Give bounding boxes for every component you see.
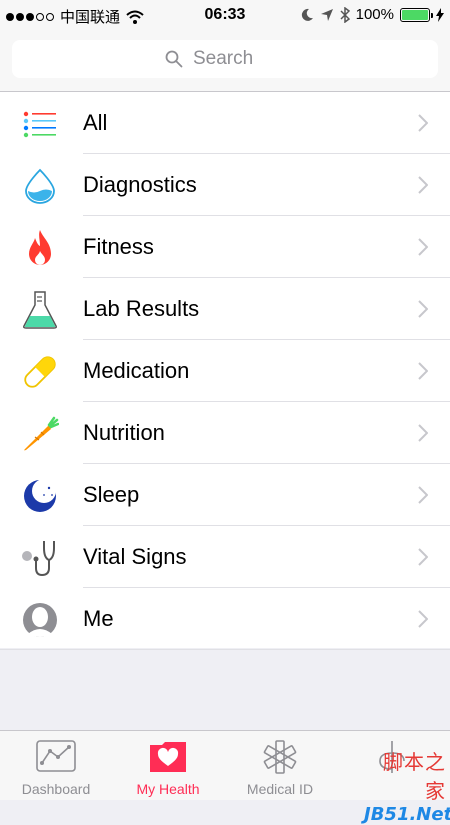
chevron-right-icon	[418, 548, 428, 566]
list-item-all[interactable]: All	[0, 92, 450, 154]
list-item-sleep[interactable]: Sleep	[0, 464, 450, 526]
location-arrow-icon	[320, 8, 333, 21]
tab-dashboard[interactable]: Dashboard	[0, 731, 112, 801]
list-item-label: Lab Results	[83, 296, 200, 321]
status-bar: 中国联通 06:33 100%	[0, 0, 450, 30]
search-icon	[165, 50, 183, 68]
flask-icon	[20, 291, 60, 329]
list-item-label: All	[83, 110, 108, 135]
moon-icon	[20, 477, 60, 515]
person-icon	[20, 601, 60, 639]
watermark-line1: 脚本之家	[383, 750, 446, 803]
watermark: 脚本之家 JB51.Net	[364, 746, 450, 825]
list-item-nutrition[interactable]: Nutrition	[0, 402, 450, 464]
pill-icon	[20, 353, 60, 391]
list-item-label: Vital Signs	[83, 544, 187, 569]
list-item-vital-signs[interactable]: Vital Signs	[0, 526, 450, 588]
chevron-right-icon	[418, 114, 428, 132]
list-item-label: Diagnostics	[83, 172, 197, 197]
row-separator	[0, 649, 450, 650]
water-drop-icon	[20, 167, 60, 205]
search-box[interactable]	[12, 40, 438, 78]
list-item-me[interactable]: Me	[0, 588, 450, 650]
list-item-label: Medication	[83, 358, 190, 383]
list-item-label: Sleep	[83, 482, 140, 507]
battery-percentage: 100%	[355, 6, 394, 23]
list-item-medication[interactable]: Medication	[0, 340, 450, 402]
moon-do-not-disturb-icon	[301, 8, 313, 21]
flame-icon	[20, 229, 60, 267]
list-item-label: Nutrition	[83, 420, 165, 445]
search-bar-area	[0, 30, 450, 92]
dashboard-icon	[36, 740, 76, 772]
list-item-label: Me	[83, 606, 114, 631]
chevron-right-icon	[418, 176, 428, 194]
stethoscope-icon	[20, 539, 60, 577]
chevron-right-icon	[418, 300, 428, 318]
tab-label: Dashboard	[21, 781, 91, 797]
battery-fill	[402, 9, 428, 20]
tab-medical-id[interactable]: Medical ID	[224, 731, 336, 801]
list-icon	[20, 105, 60, 143]
health-category-list: All Diagnostics Fitness Lab Results Medi…	[0, 92, 450, 650]
health-folder-icon	[150, 742, 186, 772]
search-input[interactable]	[191, 47, 285, 71]
medical-id-icon	[263, 740, 297, 774]
tab-label: My Health	[136, 781, 200, 797]
list-item-fitness[interactable]: Fitness	[0, 216, 450, 278]
chevron-right-icon	[418, 486, 428, 504]
chevron-right-icon	[418, 362, 428, 380]
list-item-lab-results[interactable]: Lab Results	[0, 278, 450, 340]
chevron-right-icon	[418, 610, 428, 628]
carrot-icon	[20, 415, 60, 453]
charging-bolt-icon	[436, 7, 444, 22]
chevron-right-icon	[418, 424, 428, 442]
chevron-right-icon	[418, 238, 428, 256]
watermark-line2: JB51.Net	[364, 804, 450, 825]
tab-my-health[interactable]: My Health	[112, 731, 224, 801]
status-right: 100%	[300, 6, 444, 23]
battery-icon	[400, 7, 433, 22]
list-item-diagnostics[interactable]: Diagnostics	[0, 154, 450, 216]
tab-label: Medical ID	[246, 781, 314, 797]
bluetooth-icon	[340, 6, 350, 23]
list-item-label: Fitness	[83, 234, 154, 259]
